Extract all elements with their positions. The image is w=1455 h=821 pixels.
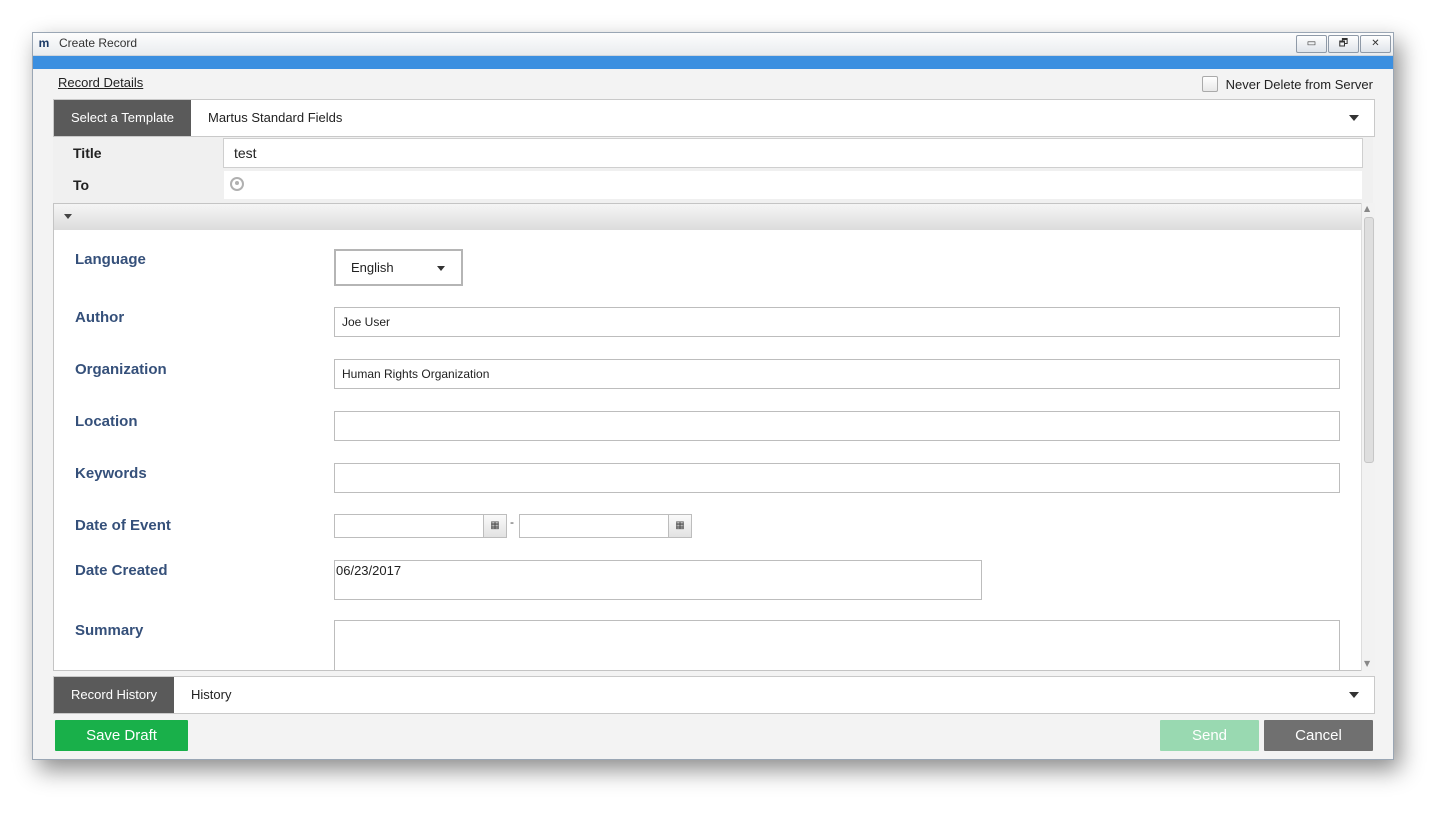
author-label: Author (75, 309, 125, 326)
scroll-up-icon[interactable]: ▲ (1364, 204, 1370, 214)
summary-label: Summary (75, 622, 144, 639)
event-start-date-input[interactable] (334, 514, 484, 538)
form-scrollbar[interactable]: ▲ ▼ (1361, 203, 1375, 671)
never-delete-label: Never Delete from Server (1225, 76, 1373, 92)
template-label: Select a Template (54, 100, 191, 136)
organization-label: Organization (75, 361, 167, 378)
section-collapse-bar[interactable] (53, 203, 1363, 231)
language-value: English (351, 260, 394, 275)
end-calendar-icon[interactable]: ▦ (668, 514, 692, 538)
title-bar: m Create Record ▭ 🗗 ✕ (33, 33, 1393, 56)
date-of-event-label: Date of Event (75, 517, 171, 534)
author-input[interactable]: Joe User (334, 307, 1340, 337)
title-label: Title (73, 145, 102, 161)
event-end-date-input[interactable] (519, 514, 669, 538)
to-label: To (73, 177, 90, 193)
template-value[interactable]: Martus Standard Fields (208, 100, 342, 136)
send-button[interactable]: Send (1160, 720, 1259, 751)
date-created-label: Date Created (75, 562, 168, 579)
cancel-button[interactable]: Cancel (1264, 720, 1373, 751)
accent-bar (33, 56, 1393, 69)
template-selector[interactable]: Select a Template Martus Standard Fields (53, 99, 1375, 137)
minimize-button[interactable]: ▭ (1296, 35, 1327, 53)
language-select[interactable]: English (334, 249, 463, 286)
keywords-input[interactable] (334, 463, 1340, 493)
language-chevron-down-icon[interactable] (437, 266, 445, 271)
record-details-link[interactable]: Record Details (58, 75, 143, 90)
template-chevron-down-icon[interactable] (1349, 115, 1359, 121)
save-draft-button[interactable]: Save Draft (55, 720, 188, 751)
window-title: Create Record (59, 36, 138, 50)
location-input[interactable] (334, 411, 1340, 441)
header-fields: Title test To (53, 137, 1373, 203)
title-input[interactable]: test (223, 138, 1363, 168)
location-label: Location (75, 413, 138, 430)
scroll-down-icon[interactable]: ▼ (1364, 659, 1370, 669)
history-value[interactable]: History (191, 677, 231, 713)
scroll-thumb[interactable] (1364, 217, 1374, 463)
organization-input[interactable]: Human Rights Organization (334, 359, 1340, 389)
record-history-selector[interactable]: Record History History (53, 676, 1375, 714)
to-input[interactable] (223, 170, 1363, 200)
language-label: Language (75, 251, 146, 268)
martus-app-icon: m (38, 36, 50, 50)
record-history-label: Record History (54, 677, 174, 713)
never-delete-option[interactable]: Never Delete from Server (1201, 76, 1373, 92)
record-form: Language English Author Joe User Organiz… (53, 230, 1362, 671)
collapse-arrow-icon[interactable] (64, 214, 72, 219)
user-icon[interactable] (230, 177, 244, 191)
date-range-separator: - (510, 515, 514, 529)
create-record-window: m Create Record ▭ 🗗 ✕ Record Details Nev… (32, 32, 1394, 760)
summary-textarea[interactable] (334, 620, 1340, 670)
never-delete-checkbox[interactable] (1201, 76, 1218, 92)
restore-icon: 🗗 (1338, 38, 1349, 49)
start-calendar-icon[interactable]: ▦ (483, 514, 507, 538)
history-chevron-down-icon[interactable] (1349, 692, 1359, 698)
close-button[interactable]: ✕ (1360, 35, 1391, 53)
date-created-input[interactable]: 06/23/2017 (334, 560, 982, 600)
minimize-icon: ▭ (1306, 38, 1317, 49)
restore-button[interactable]: 🗗 (1328, 35, 1359, 53)
keywords-label: Keywords (75, 465, 147, 482)
close-icon: ✕ (1371, 38, 1380, 49)
